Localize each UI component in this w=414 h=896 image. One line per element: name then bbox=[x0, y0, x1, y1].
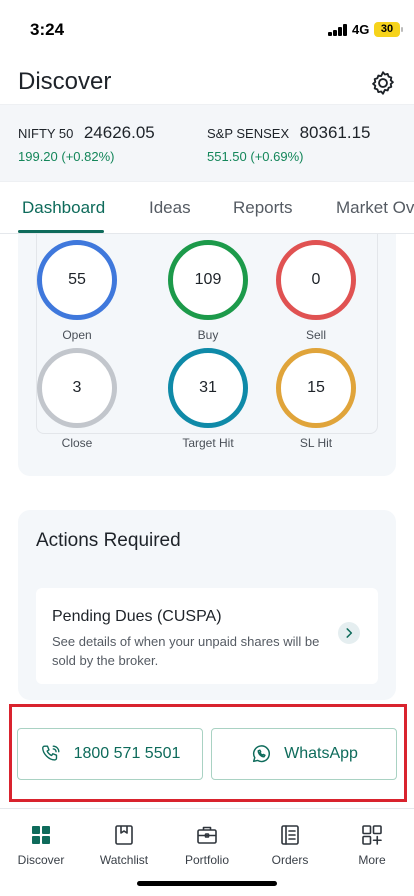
stat-value: 3 bbox=[72, 379, 82, 396]
index-value: 80361.15 bbox=[299, 123, 371, 142]
nav-label: More bbox=[358, 853, 386, 867]
briefcase-icon bbox=[197, 826, 217, 844]
grid-icon bbox=[32, 826, 50, 844]
nav-orders[interactable]: Orders bbox=[250, 823, 330, 867]
whatsapp-label: WhatsApp bbox=[284, 745, 358, 762]
phone-icon bbox=[41, 745, 60, 761]
stat-label: Target Hit bbox=[182, 436, 234, 450]
status-bar: 3:24 4G 30 bbox=[0, 0, 414, 48]
stat-ring: 31 bbox=[168, 348, 248, 428]
nav-more[interactable]: More bbox=[332, 823, 412, 867]
nav-discover[interactable]: Discover bbox=[1, 823, 81, 867]
tab-ideas[interactable]: Ideas bbox=[149, 198, 191, 218]
call-support-label: 1800 571 5501 bbox=[73, 745, 181, 762]
network-type: 4G bbox=[352, 22, 370, 37]
stat-value: 15 bbox=[307, 379, 325, 396]
stat-value: 109 bbox=[194, 271, 222, 288]
tab-dashboard[interactable]: Dashboard bbox=[22, 198, 105, 218]
stat-label: Open bbox=[62, 328, 92, 342]
pending-dues-card[interactable]: Pending Dues (CUSPA) See details of when… bbox=[36, 588, 378, 684]
index-strip: NIFTY 50 24626.05 199.20 (+0.82%) S&P SE… bbox=[0, 104, 414, 182]
whatsapp-button[interactable]: WhatsApp bbox=[211, 728, 397, 780]
tab-market-overview[interactable]: Market Ov bbox=[336, 198, 414, 218]
stat-value: 55 bbox=[68, 271, 86, 288]
stat-value: 31 bbox=[199, 379, 217, 396]
stat-label: Buy bbox=[197, 328, 219, 342]
stat-label: SL Hit bbox=[299, 436, 333, 450]
tab-reports[interactable]: Reports bbox=[233, 198, 293, 218]
stat-ring: 15 bbox=[276, 348, 356, 428]
stat-ring: 109 bbox=[168, 240, 248, 320]
index-name: NIFTY 50 bbox=[18, 126, 74, 141]
nav-label: Discover bbox=[17, 853, 65, 867]
actions-title: Actions Required bbox=[36, 530, 181, 551]
stats-card: 55 Open 109 Buy 0 Sell 3 Close 31 Target… bbox=[18, 234, 396, 476]
chevron-right-icon bbox=[346, 628, 353, 638]
index-change: 551.50 (+0.69%) bbox=[207, 149, 304, 164]
stat-buy[interactable]: 109 Buy bbox=[158, 240, 258, 342]
dashboard-content[interactable]: 55 Open 109 Buy 0 Sell 3 Close 31 Target… bbox=[0, 234, 414, 706]
apps-add-icon bbox=[362, 825, 382, 845]
call-support-button[interactable]: 1800 571 5501 bbox=[17, 728, 203, 780]
whatsapp-icon bbox=[253, 745, 271, 763]
stat-ring: 0 bbox=[276, 240, 356, 320]
stat-label: Close bbox=[61, 436, 93, 450]
tab-bar: Dashboard Ideas Reports Market Ov bbox=[0, 182, 414, 234]
stat-sl-hit[interactable]: 15 SL Hit bbox=[266, 348, 366, 450]
stat-open[interactable]: 55 Open bbox=[27, 240, 127, 342]
status-time: 3:24 bbox=[30, 20, 65, 39]
home-indicator bbox=[137, 881, 277, 886]
settings-button[interactable] bbox=[369, 69, 397, 97]
index-sensex[interactable]: S&P SENSEX 80361.15 bbox=[207, 123, 371, 143]
stat-value: 0 bbox=[311, 271, 321, 288]
pending-dues-title: Pending Dues (CUSPA) bbox=[52, 608, 222, 625]
nav-watchlist[interactable]: Watchlist bbox=[84, 823, 164, 867]
stat-ring: 3 bbox=[37, 348, 117, 428]
pending-dues-description: See details of when your unpaid shares w… bbox=[52, 634, 320, 668]
orders-icon bbox=[281, 825, 299, 845]
stat-close[interactable]: 3 Close bbox=[27, 348, 127, 450]
actions-required-card: Actions Required Pending Dues (CUSPA) Se… bbox=[18, 510, 396, 700]
page-title: Discover bbox=[18, 68, 112, 95]
index-change: 199.20 (+0.82%) bbox=[18, 149, 115, 164]
stats-grid: 55 Open 109 Buy 0 Sell 3 Close 31 Target… bbox=[36, 234, 378, 450]
stat-label: Sell bbox=[305, 328, 326, 342]
battery-icon: 30 bbox=[374, 22, 403, 37]
signal-icon bbox=[328, 24, 348, 36]
index-value: 24626.05 bbox=[83, 123, 155, 142]
active-tab-indicator bbox=[18, 230, 104, 233]
nav-label: Orders bbox=[271, 853, 309, 867]
stat-target-hit[interactable]: 31 Target Hit bbox=[158, 348, 258, 450]
nav-portfolio[interactable]: Portfolio bbox=[167, 823, 247, 867]
gear-icon bbox=[372, 71, 394, 95]
pending-dues-open-button[interactable] bbox=[338, 622, 360, 644]
index-name: S&P SENSEX bbox=[207, 126, 290, 141]
nav-label: Portfolio bbox=[184, 853, 230, 867]
stat-sell[interactable]: 0 Sell bbox=[266, 240, 366, 342]
nav-label: Watchlist bbox=[99, 853, 149, 867]
index-nifty[interactable]: NIFTY 50 24626.05 bbox=[18, 123, 155, 143]
stat-ring: 55 bbox=[37, 240, 117, 320]
bookmark-icon bbox=[115, 825, 133, 845]
